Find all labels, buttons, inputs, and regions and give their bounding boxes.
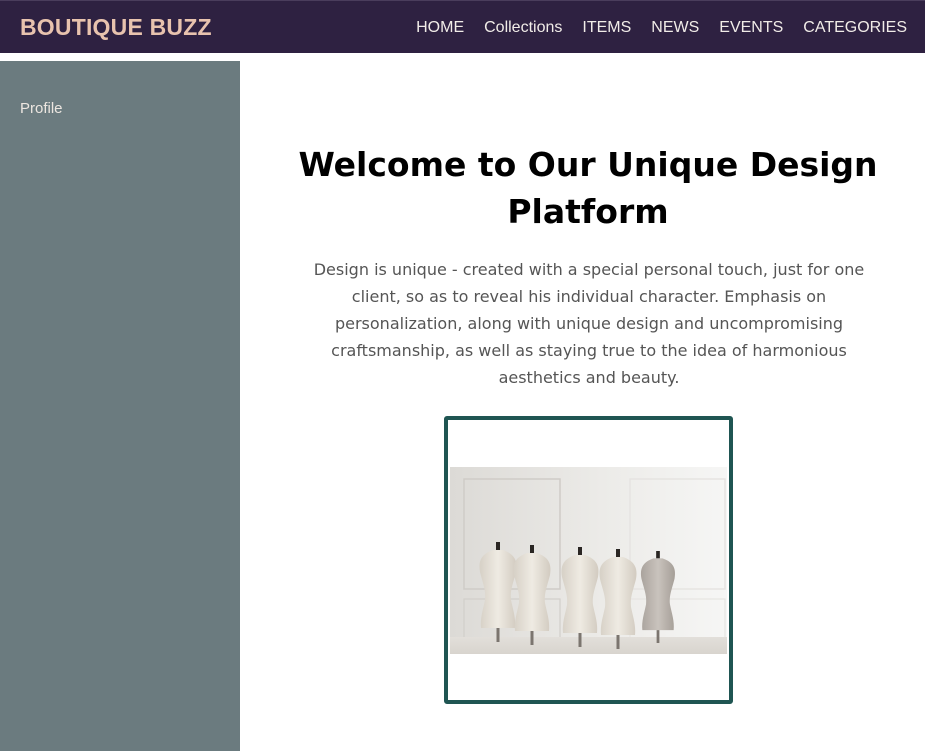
nav-news[interactable]: NEWS (651, 19, 699, 37)
sidebar-item-profile[interactable]: Profile (20, 100, 63, 117)
intro-paragraph: Design is unique - created with a specia… (313, 260, 865, 387)
featured-image-frame (444, 416, 733, 704)
mannequins-photo (450, 467, 727, 654)
nav-categories[interactable]: CATEGORIES (803, 19, 907, 37)
nav-collections[interactable]: Collections (484, 19, 562, 37)
main-nav: HOME Collections ITEMS NEWS EVENTS CATEG… (416, 19, 907, 37)
brand-logo[interactable]: BOUTIQUE BUZZ (20, 14, 212, 41)
nav-items[interactable]: ITEMS (582, 19, 631, 37)
nav-events[interactable]: EVENTS (719, 19, 783, 37)
page-title: Welcome to Our Unique Design Platform (298, 145, 878, 231)
nav-home[interactable]: HOME (416, 19, 464, 37)
top-navbar: BOUTIQUE BUZZ HOME Collections ITEMS NEW… (0, 0, 925, 53)
sidebar: Profile (0, 61, 240, 751)
main-content: Welcome to Our Unique Design Platform De… (240, 61, 925, 751)
